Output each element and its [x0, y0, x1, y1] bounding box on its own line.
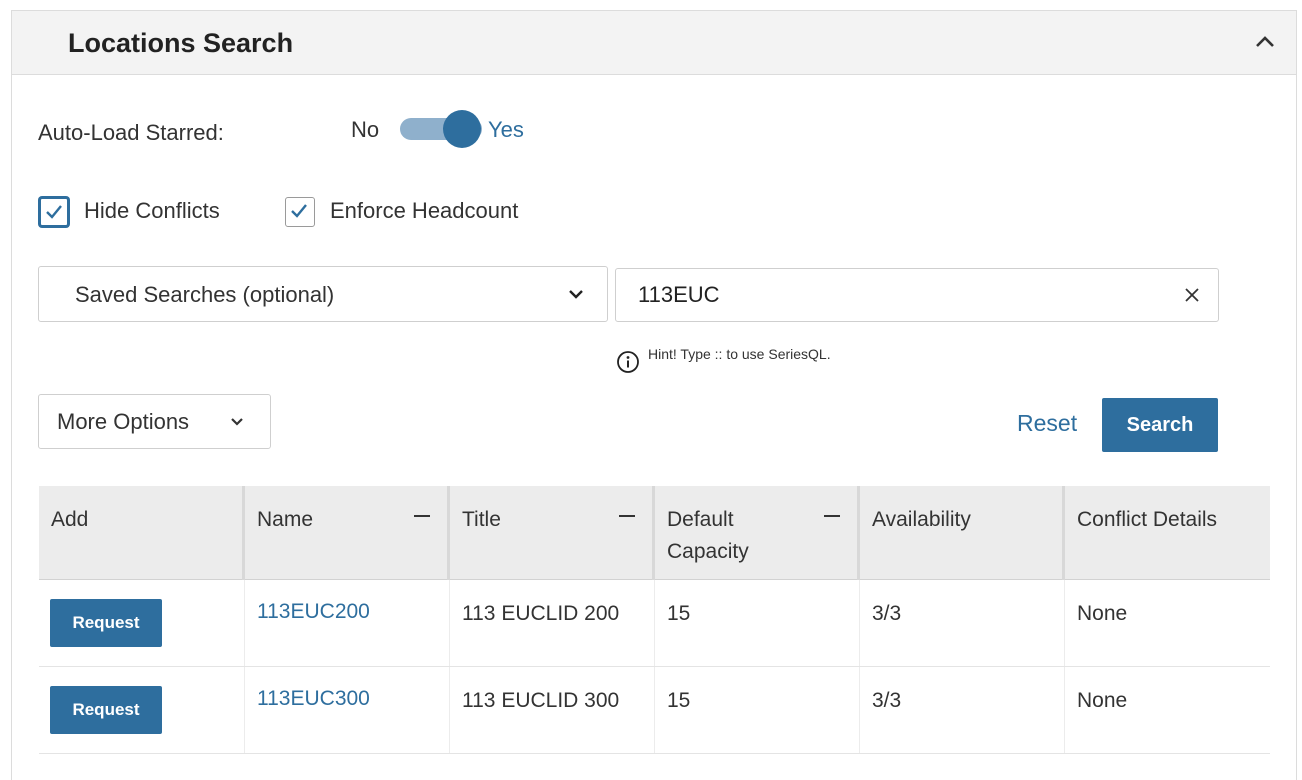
cell-conflict-details: None: [1064, 580, 1270, 666]
cell-add: Request: [39, 667, 244, 753]
saved-searches-value: Saved Searches (optional): [75, 282, 335, 307]
collapse-panel-button[interactable]: [1252, 29, 1278, 55]
column-header-default-capacity[interactable]: Default Capacity: [652, 486, 858, 580]
location-search-input[interactable]: [638, 279, 1158, 311]
chevron-up-icon: [1256, 36, 1274, 47]
cell-default-capacity: 15: [654, 667, 859, 753]
request-button[interactable]: Request: [50, 599, 162, 647]
location-name-link[interactable]: 113EUC200: [257, 600, 370, 624]
chevron-down-icon: [569, 290, 583, 299]
cell-name: 113EUC200: [244, 580, 449, 666]
panel-title: Locations Search: [68, 28, 294, 58]
enforce-headcount-label[interactable]: Enforce Headcount: [330, 198, 518, 224]
saved-searches-select[interactable]: Saved Searches (optional): [38, 266, 608, 322]
column-header-name[interactable]: Name: [242, 486, 448, 580]
cell-availability: 3/3: [859, 667, 1064, 753]
clear-icon[interactable]: [1184, 287, 1200, 303]
cell-conflict-details: None: [1064, 667, 1270, 753]
column-header-title[interactable]: Title: [447, 486, 653, 580]
column-menu-icon[interactable]: [824, 515, 840, 517]
column-menu-icon[interactable]: [414, 515, 430, 517]
checkmark-icon: [291, 204, 307, 218]
reset-link[interactable]: Reset: [1017, 410, 1077, 437]
column-header-conflict-details[interactable]: Conflict Details: [1062, 486, 1270, 580]
cell-add: Request: [39, 580, 244, 666]
column-menu-icon[interactable]: [619, 515, 635, 517]
cell-name: 113EUC300: [244, 667, 449, 753]
info-icon: [617, 351, 639, 373]
hide-conflicts-checkbox[interactable]: [39, 197, 69, 227]
checkmark-icon: [46, 205, 62, 219]
cell-title: 113 EUCLID 200: [449, 580, 654, 666]
seriesql-hint: Hint! Type :: to use SeriesQL.: [648, 346, 831, 362]
toggle-off-label: No: [351, 117, 380, 142]
request-button[interactable]: Request: [50, 686, 162, 734]
more-options-label: More Options: [57, 409, 190, 434]
table-row: Request 113EUC300 113 EUCLID 300 15 3/3 …: [39, 667, 1270, 754]
auto-load-label: Auto-Load Starred:: [38, 120, 224, 145]
cell-title: 113 EUCLID 300: [449, 667, 654, 753]
column-header-add: Add: [51, 508, 89, 531]
table-header: Add Name Title Default Capacity Availabi…: [39, 486, 1270, 580]
search-button[interactable]: Search: [1102, 398, 1218, 452]
table-row: Request 113EUC200 113 EUCLID 200 15 3/3 …: [39, 580, 1270, 667]
column-header-availability[interactable]: Availability: [857, 486, 1063, 580]
hide-conflicts-label[interactable]: Hide Conflicts: [84, 198, 220, 224]
panel-header: Locations Search: [12, 11, 1296, 75]
cell-availability: 3/3: [859, 580, 1064, 666]
location-search-field[interactable]: [615, 268, 1219, 322]
chevron-down-icon: [231, 418, 243, 426]
cell-default-capacity: 15: [654, 580, 859, 666]
location-name-link[interactable]: 113EUC300: [257, 687, 370, 711]
more-options-button[interactable]: More Options: [38, 394, 271, 449]
enforce-headcount-checkbox[interactable]: [285, 197, 315, 227]
auto-load-toggle-knob[interactable]: [443, 110, 481, 148]
toggle-on-label: Yes: [488, 117, 524, 142]
